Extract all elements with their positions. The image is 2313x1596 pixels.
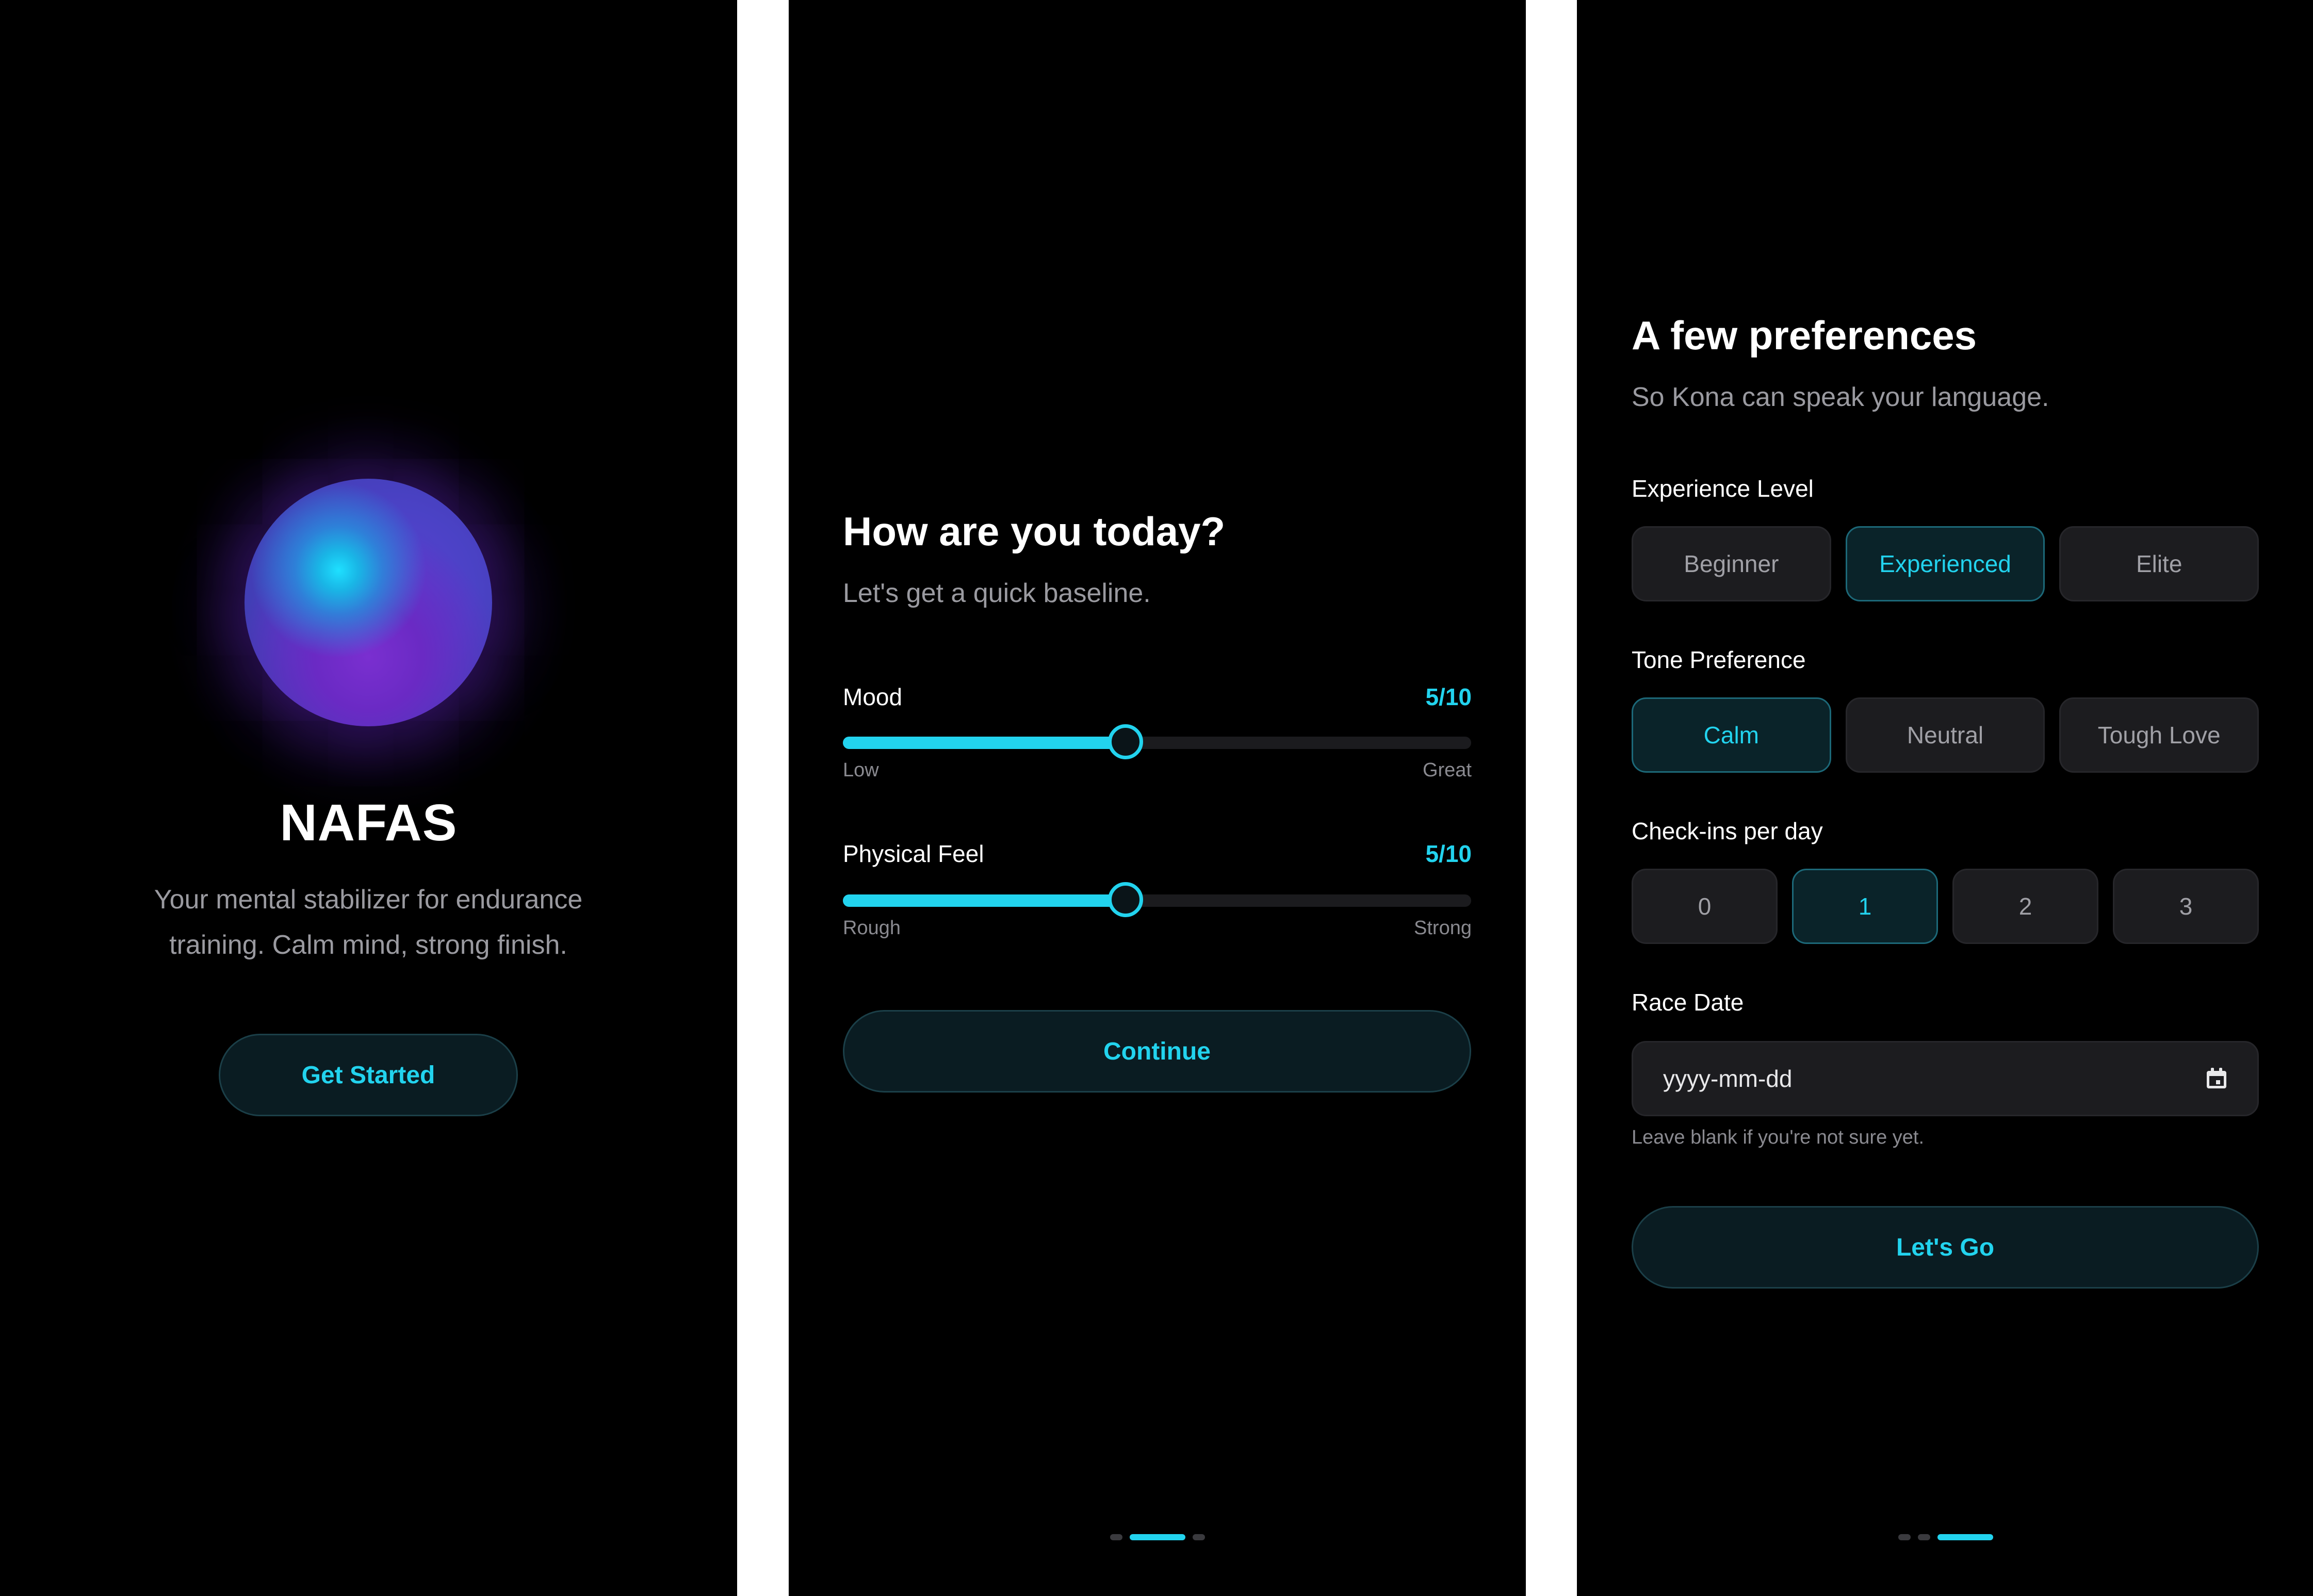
mood-slider-thumb[interactable]	[1108, 724, 1144, 759]
physical-feel-value: 5/10	[1425, 840, 1472, 867]
breathing-orb	[245, 479, 492, 726]
mood-min-label: Low	[843, 759, 879, 781]
physical-feel-slider-fill	[843, 894, 1126, 907]
calendar-icon[interactable]	[2206, 1068, 2227, 1089]
page-dot-3-active	[1937, 1534, 1993, 1540]
mood-slider-fill	[843, 737, 1126, 749]
mood-max-label: Great	[1422, 759, 1472, 781]
physical-feel-max-label: Strong	[1414, 917, 1472, 939]
lets-go-button[interactable]: Let's Go	[1632, 1206, 2259, 1289]
option-checkins-0[interactable]: 0	[1632, 869, 1778, 944]
physical-feel-min-label: Rough	[843, 917, 901, 939]
preferences-screen: A few preferences So Kona can speak your…	[1577, 0, 2313, 1596]
app-title: NAFAS	[280, 794, 458, 852]
mood-value: 5/10	[1425, 683, 1472, 710]
welcome-screen: NAFAS Your mental stabilizer for enduran…	[0, 0, 737, 1596]
continue-button[interactable]: Continue	[843, 1010, 1471, 1093]
page-indicator	[789, 1534, 1526, 1540]
physical-feel-slider[interactable]	[843, 882, 1471, 917]
get-started-button[interactable]: Get Started	[219, 1034, 518, 1116]
tone-preference-label: Tone Preference	[1632, 646, 1806, 673]
app-tagline: Your mental stabilizer for endurance tra…	[110, 877, 626, 968]
physical-feel-slider-thumb[interactable]	[1108, 882, 1144, 917]
experience-level-label: Experience Level	[1632, 475, 1814, 502]
tagline-line-2: training. Calm mind, strong finish.	[169, 930, 567, 960]
race-date-label: Race Date	[1632, 989, 1744, 1016]
page-title: A few preferences	[1632, 313, 1977, 358]
mood-label: Mood	[843, 683, 903, 710]
checkins-options: 0 1 2 3	[1632, 869, 2259, 944]
experience-level-options: Beginner Experienced Elite	[1632, 526, 2259, 601]
physical-feel-label: Physical Feel	[843, 840, 984, 867]
checkins-label: Check-ins per day	[1632, 818, 1823, 844]
option-experienced[interactable]: Experienced	[1845, 526, 2045, 601]
page-subtitle: Let's get a quick baseline.	[843, 578, 1151, 608]
option-tough-love[interactable]: Tough Love	[2059, 697, 2259, 773]
baseline-screen: How are you today? Let's get a quick bas…	[789, 0, 1526, 1596]
option-elite[interactable]: Elite	[2059, 526, 2259, 601]
option-checkins-3[interactable]: 3	[2113, 869, 2259, 944]
page-dot-2-active	[1129, 1534, 1185, 1540]
page-indicator	[1577, 1534, 2313, 1540]
tagline-line-1: Your mental stabilizer for endurance	[154, 885, 583, 915]
page-dot-1	[1898, 1534, 1911, 1540]
option-beginner[interactable]: Beginner	[1632, 526, 1831, 601]
tone-preference-options: Calm Neutral Tough Love	[1632, 697, 2259, 773]
option-checkins-2[interactable]: 2	[1952, 869, 2098, 944]
onboarding-stage: NAFAS Your mental stabilizer for enduran…	[0, 0, 2313, 1596]
page-subtitle: So Kona can speak your language.	[1632, 382, 2049, 412]
page-dot-2	[1917, 1534, 1930, 1540]
page-dot-3	[1192, 1534, 1205, 1540]
page-dot-1	[1110, 1534, 1122, 1540]
option-calm[interactable]: Calm	[1632, 697, 1831, 773]
race-date-input[interactable]: yyyy-mm-dd	[1632, 1041, 2259, 1116]
race-date-hint: Leave blank if you're not sure yet.	[1632, 1127, 1925, 1148]
option-neutral[interactable]: Neutral	[1845, 697, 2045, 773]
mood-slider[interactable]	[843, 724, 1471, 759]
page-title: How are you today?	[843, 509, 1226, 554]
option-checkins-1[interactable]: 1	[1792, 869, 1938, 944]
race-date-placeholder: yyyy-mm-dd	[1663, 1065, 1793, 1092]
